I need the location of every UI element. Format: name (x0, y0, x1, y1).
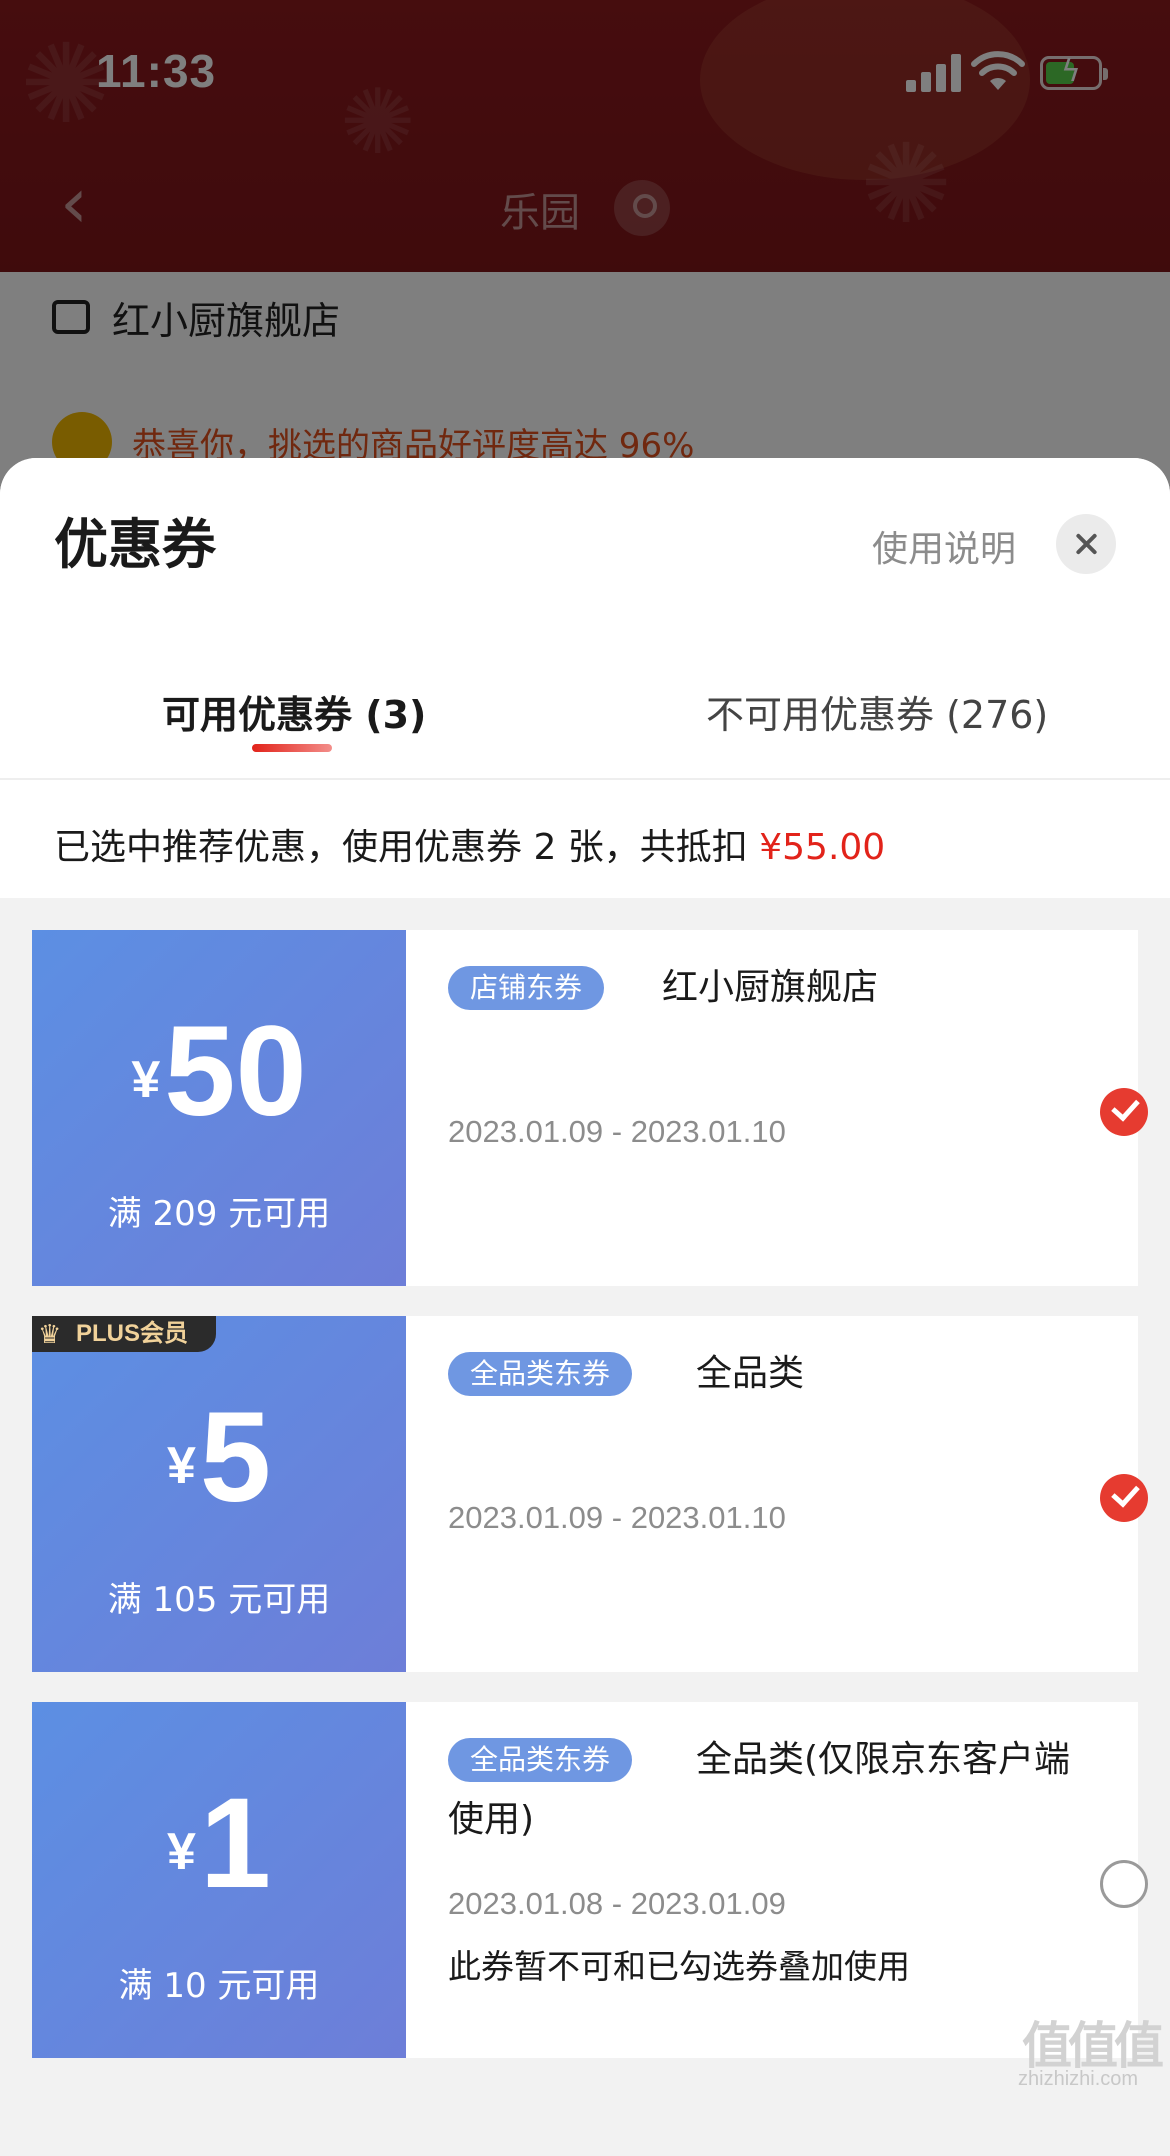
coupon-amount-value: 1 (199, 1772, 272, 1915)
coupon-amount-value: 5 (199, 1386, 272, 1529)
coupon-type-tag: 全品类东券 (448, 1352, 633, 1396)
coupon-date-range: 2023.01.09 - 2023.01.10 (448, 1500, 786, 1535)
coupon-value-panel: ¥5 满 105 元可用 (26, 1316, 406, 1672)
coupon-value-panel: ¥1 满 10 元可用 (26, 1702, 406, 2058)
active-tab-indicator (252, 744, 332, 752)
coupon-threshold: 满 105 元可用 (107, 1580, 331, 1620)
coupon-card[interactable]: ¥50 满 209 元可用 店铺东券 红小厨旗舰店 2023.01.09 - 2… (26, 930, 1148, 1286)
sheet-header: 优惠券 使用说明 可用优惠券 (3) 不可用优惠券 (276) (0, 458, 1170, 778)
checkbox-checked-icon[interactable] (1100, 1474, 1148, 1522)
crown-icon: ♛ (38, 1320, 62, 1350)
coupon-name-line1: 全品类(仅限京东客户端 (696, 1739, 1071, 1780)
selection-summary: 已选中推荐优惠，使用优惠券 2 张，共抵扣 ¥55.00 (0, 780, 1170, 898)
checkbox-checked-icon[interactable] (1100, 1088, 1148, 1136)
coupon-amount-value: 50 (164, 1000, 307, 1143)
coupon-name: 红小厨旗舰店 (662, 967, 879, 1008)
coupon-threshold: 满 209 元可用 (107, 1194, 331, 1234)
currency-symbol: ¥ (166, 1823, 196, 1881)
close-button[interactable] (1056, 514, 1116, 574)
coupon-card[interactable]: ¥5 满 105 元可用 ♛ PLUS会员 全品类东券 全品类 2023.01.… (26, 1316, 1148, 1672)
coupon-value-panel: ¥50 满 209 元可用 (26, 930, 406, 1286)
currency-symbol: ¥ (131, 1051, 161, 1109)
tab-unavailable-coupons[interactable]: 不可用优惠券 (276) (706, 684, 1048, 739)
plus-member-badge: ♛ PLUS会员 (32, 1316, 216, 1352)
coupon-name: 全品类 (696, 1353, 805, 1394)
tab-available-coupons[interactable]: 可用优惠券 (3) (162, 684, 426, 739)
usage-instructions-link[interactable]: 使用说明 (872, 520, 1016, 572)
coupon-detail: 店铺东券 红小厨旗舰店 2023.01.09 - 2023.01.10 (406, 930, 1148, 1286)
summary-amount: ¥55.00 (759, 827, 886, 868)
coupon-type-tag: 全品类东券 (448, 1738, 633, 1782)
coupon-detail: 全品类东券 全品类(仅限京东客户端 使用) 2023.01.08 - 2023.… (406, 1702, 1148, 2058)
coupon-amount: ¥50 (32, 1002, 406, 1142)
coupon-amount: ¥5 (32, 1388, 406, 1528)
coupon-name-line2: 使用) (448, 1799, 535, 1840)
coupon-threshold: 满 10 元可用 (118, 1966, 320, 2006)
summary-text: 已选中推荐优惠，使用优惠券 2 张，共抵扣 (54, 827, 760, 868)
coupon-sheet: 优惠券 使用说明 可用优惠券 (3) 不可用优惠券 (276) 已选中推荐优惠，… (0, 458, 1170, 2156)
coupon-date-range: 2023.01.08 - 2023.01.09 (448, 1886, 786, 1921)
coupon-restriction-note: 此券暂不可和已勾选券叠加使用 (448, 1947, 910, 1986)
currency-symbol: ¥ (166, 1437, 196, 1495)
watermark-text: zhizhizhi.com (1018, 2068, 1139, 2090)
coupon-type-tag: 店铺东券 (448, 966, 605, 1010)
sheet-title: 优惠券 (54, 513, 216, 576)
checkbox-unchecked-icon[interactable] (1100, 1860, 1148, 1908)
plus-badge-label: PLUS会员 (76, 1320, 189, 1347)
coupon-amount: ¥1 (32, 1774, 406, 1914)
coupon-date-range: 2023.01.09 - 2023.01.10 (448, 1114, 786, 1149)
coupon-card[interactable]: ¥1 满 10 元可用 全品类东券 全品类(仅限京东客户端 使用) 2023.0… (26, 1702, 1148, 2058)
coupon-detail: 全品类东券 全品类 2023.01.09 - 2023.01.10 (406, 1316, 1148, 1672)
